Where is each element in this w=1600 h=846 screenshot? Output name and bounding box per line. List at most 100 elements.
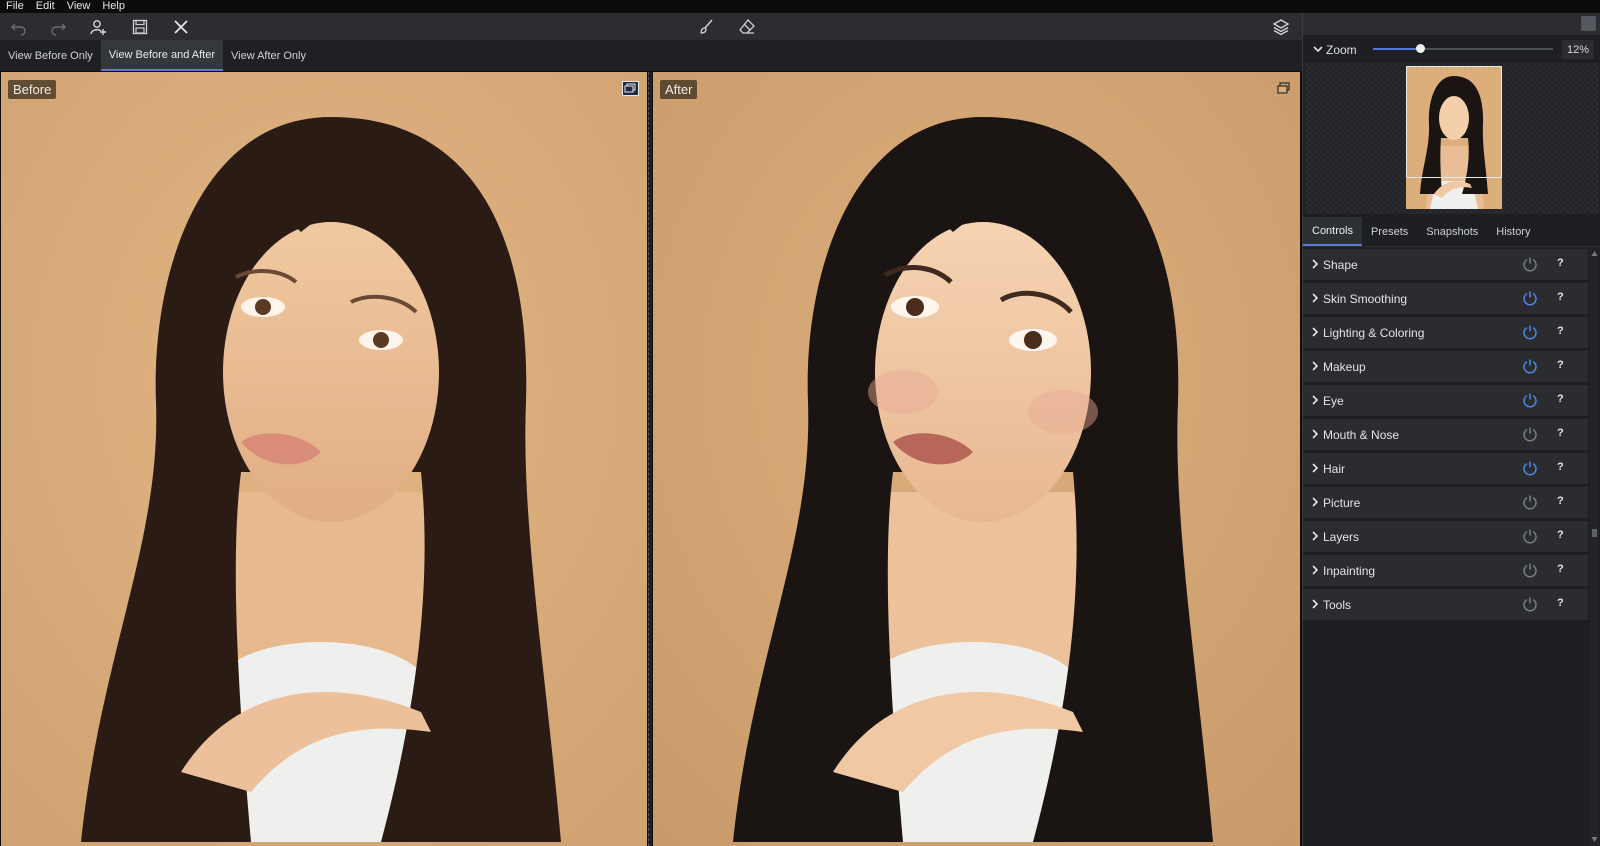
- control-section-label: Shape: [1323, 258, 1358, 272]
- control-section-label: Layers: [1323, 530, 1360, 544]
- chevron-right-icon: [1312, 531, 1319, 541]
- save-icon: [132, 19, 148, 34]
- power-toggle-icon[interactable]: [1522, 494, 1538, 510]
- panel-tabs: Controls Presets Snapshots History: [1303, 217, 1600, 247]
- before-expand-button[interactable]: [622, 81, 639, 96]
- power-toggle-icon[interactable]: [1522, 528, 1538, 544]
- chevron-right-icon: [1312, 565, 1319, 575]
- control-section-layers[interactable]: Layers?: [1303, 521, 1588, 552]
- menu-file[interactable]: File: [6, 0, 24, 13]
- help-button[interactable]: ?: [1557, 291, 1564, 303]
- layers-icon: [1272, 18, 1290, 35]
- lock-icon[interactable]: [1581, 16, 1596, 31]
- scrollbar-thumb[interactable]: [1592, 529, 1597, 537]
- controls-list: Shape? Skin Smoothing? Lighting & Coloring…: [1303, 249, 1588, 623]
- power-toggle-icon[interactable]: [1522, 562, 1538, 578]
- power-toggle-icon[interactable]: [1522, 596, 1538, 612]
- help-button[interactable]: ?: [1557, 597, 1564, 609]
- control-section-hair[interactable]: Hair?: [1303, 453, 1588, 484]
- control-section-label: Picture: [1323, 496, 1361, 510]
- control-section-label: Skin Smoothing: [1323, 292, 1408, 306]
- add-person-button[interactable]: [85, 15, 111, 38]
- control-section-tools[interactable]: Tools?: [1303, 589, 1588, 620]
- menu-help[interactable]: Help: [102, 0, 125, 13]
- close-icon: [174, 19, 188, 34]
- comparison-canvas[interactable]: Before After: [0, 71, 1302, 846]
- tab-snapshots[interactable]: Snapshots: [1417, 217, 1487, 246]
- scroll-up-icon[interactable]: [1591, 249, 1598, 258]
- power-toggle-icon[interactable]: [1522, 324, 1538, 340]
- panel-header: [1303, 13, 1600, 35]
- control-section-label: Mouth & Nose: [1323, 428, 1400, 442]
- help-button[interactable]: ?: [1557, 359, 1564, 371]
- control-section-skin-smoothing[interactable]: Skin Smoothing?: [1303, 283, 1588, 314]
- zoom-value[interactable]: 12%: [1562, 40, 1594, 59]
- tab-view-after-only[interactable]: View After Only: [223, 40, 314, 71]
- power-toggle-icon[interactable]: [1522, 256, 1538, 272]
- navigator-viewport-frame[interactable]: [1406, 66, 1502, 178]
- help-button[interactable]: ?: [1557, 257, 1564, 269]
- control-section-inpainting[interactable]: Inpainting?: [1303, 555, 1588, 586]
- power-toggle-icon[interactable]: [1522, 426, 1538, 442]
- tab-history[interactable]: History: [1487, 217, 1539, 246]
- layers-button[interactable]: [1268, 15, 1294, 38]
- after-photo[interactable]: After: [653, 72, 1300, 846]
- menu-view[interactable]: View: [67, 0, 91, 13]
- help-button[interactable]: ?: [1557, 461, 1564, 473]
- controls-scrollbar[interactable]: [1590, 249, 1599, 846]
- brush-icon: [700, 18, 713, 34]
- redo-icon: [51, 23, 66, 36]
- tab-presets[interactable]: Presets: [1362, 217, 1417, 246]
- save-button[interactable]: [127, 15, 153, 38]
- chevron-right-icon: [1312, 497, 1319, 507]
- before-portrait-image: [1, 72, 647, 846]
- after-expand-button[interactable]: [1275, 81, 1292, 96]
- control-section-lighting-and-coloring[interactable]: Lighting & Coloring?: [1303, 317, 1588, 348]
- window-restore-icon: [1277, 82, 1290, 94]
- zoom-title: Zoom: [1326, 43, 1357, 57]
- after-portrait-image: [653, 72, 1300, 846]
- help-button[interactable]: ?: [1557, 529, 1564, 541]
- chevron-right-icon: [1312, 429, 1319, 439]
- view-mode-tabs: View Before Only View Before and After V…: [0, 40, 1302, 71]
- chevron-right-icon: [1312, 361, 1319, 371]
- after-label: After: [660, 80, 698, 99]
- chevron-right-icon: [1312, 463, 1319, 473]
- power-toggle-icon[interactable]: [1522, 460, 1538, 476]
- before-photo[interactable]: Before: [1, 72, 647, 846]
- navigator-preview[interactable]: [1305, 63, 1599, 214]
- undo-button[interactable]: [6, 15, 32, 38]
- control-section-shape[interactable]: Shape?: [1303, 249, 1588, 280]
- tab-view-before-only[interactable]: View Before Only: [0, 40, 101, 71]
- control-section-eye[interactable]: Eye?: [1303, 385, 1588, 416]
- toolbar: [0, 13, 1302, 40]
- split-divider[interactable]: [648, 72, 652, 846]
- zoom-slider-handle[interactable]: [1415, 44, 1425, 53]
- control-section-picture[interactable]: Picture?: [1303, 487, 1588, 518]
- help-button[interactable]: ?: [1557, 325, 1564, 337]
- power-toggle-icon[interactable]: [1522, 358, 1538, 374]
- tab-controls[interactable]: Controls: [1303, 217, 1362, 246]
- menu-edit[interactable]: Edit: [36, 0, 55, 13]
- power-toggle-icon[interactable]: [1522, 290, 1538, 306]
- brush-button[interactable]: [693, 15, 719, 38]
- eraser-icon: [739, 18, 755, 34]
- eraser-button[interactable]: [734, 15, 760, 38]
- chevron-right-icon: [1312, 259, 1319, 269]
- add-person-icon: [90, 19, 106, 35]
- tab-view-before-and-after[interactable]: View Before and After: [100, 40, 223, 71]
- help-button[interactable]: ?: [1557, 495, 1564, 507]
- menu-bar: File Edit View Help: [0, 0, 1600, 13]
- control-section-mouth-and-nose[interactable]: Mouth & Nose?: [1303, 419, 1588, 450]
- power-toggle-icon[interactable]: [1522, 392, 1538, 408]
- help-button[interactable]: ?: [1557, 427, 1564, 439]
- scroll-down-icon[interactable]: [1591, 835, 1598, 844]
- chevron-right-icon: [1312, 599, 1319, 609]
- close-button[interactable]: [168, 15, 194, 38]
- help-button[interactable]: ?: [1557, 563, 1564, 575]
- window-restore-icon: [622, 81, 639, 96]
- control-section-makeup[interactable]: Makeup?: [1303, 351, 1588, 382]
- zoom-section-header[interactable]: Zoom: [1303, 39, 1600, 61]
- redo-button[interactable]: [45, 15, 71, 38]
- help-button[interactable]: ?: [1557, 393, 1564, 405]
